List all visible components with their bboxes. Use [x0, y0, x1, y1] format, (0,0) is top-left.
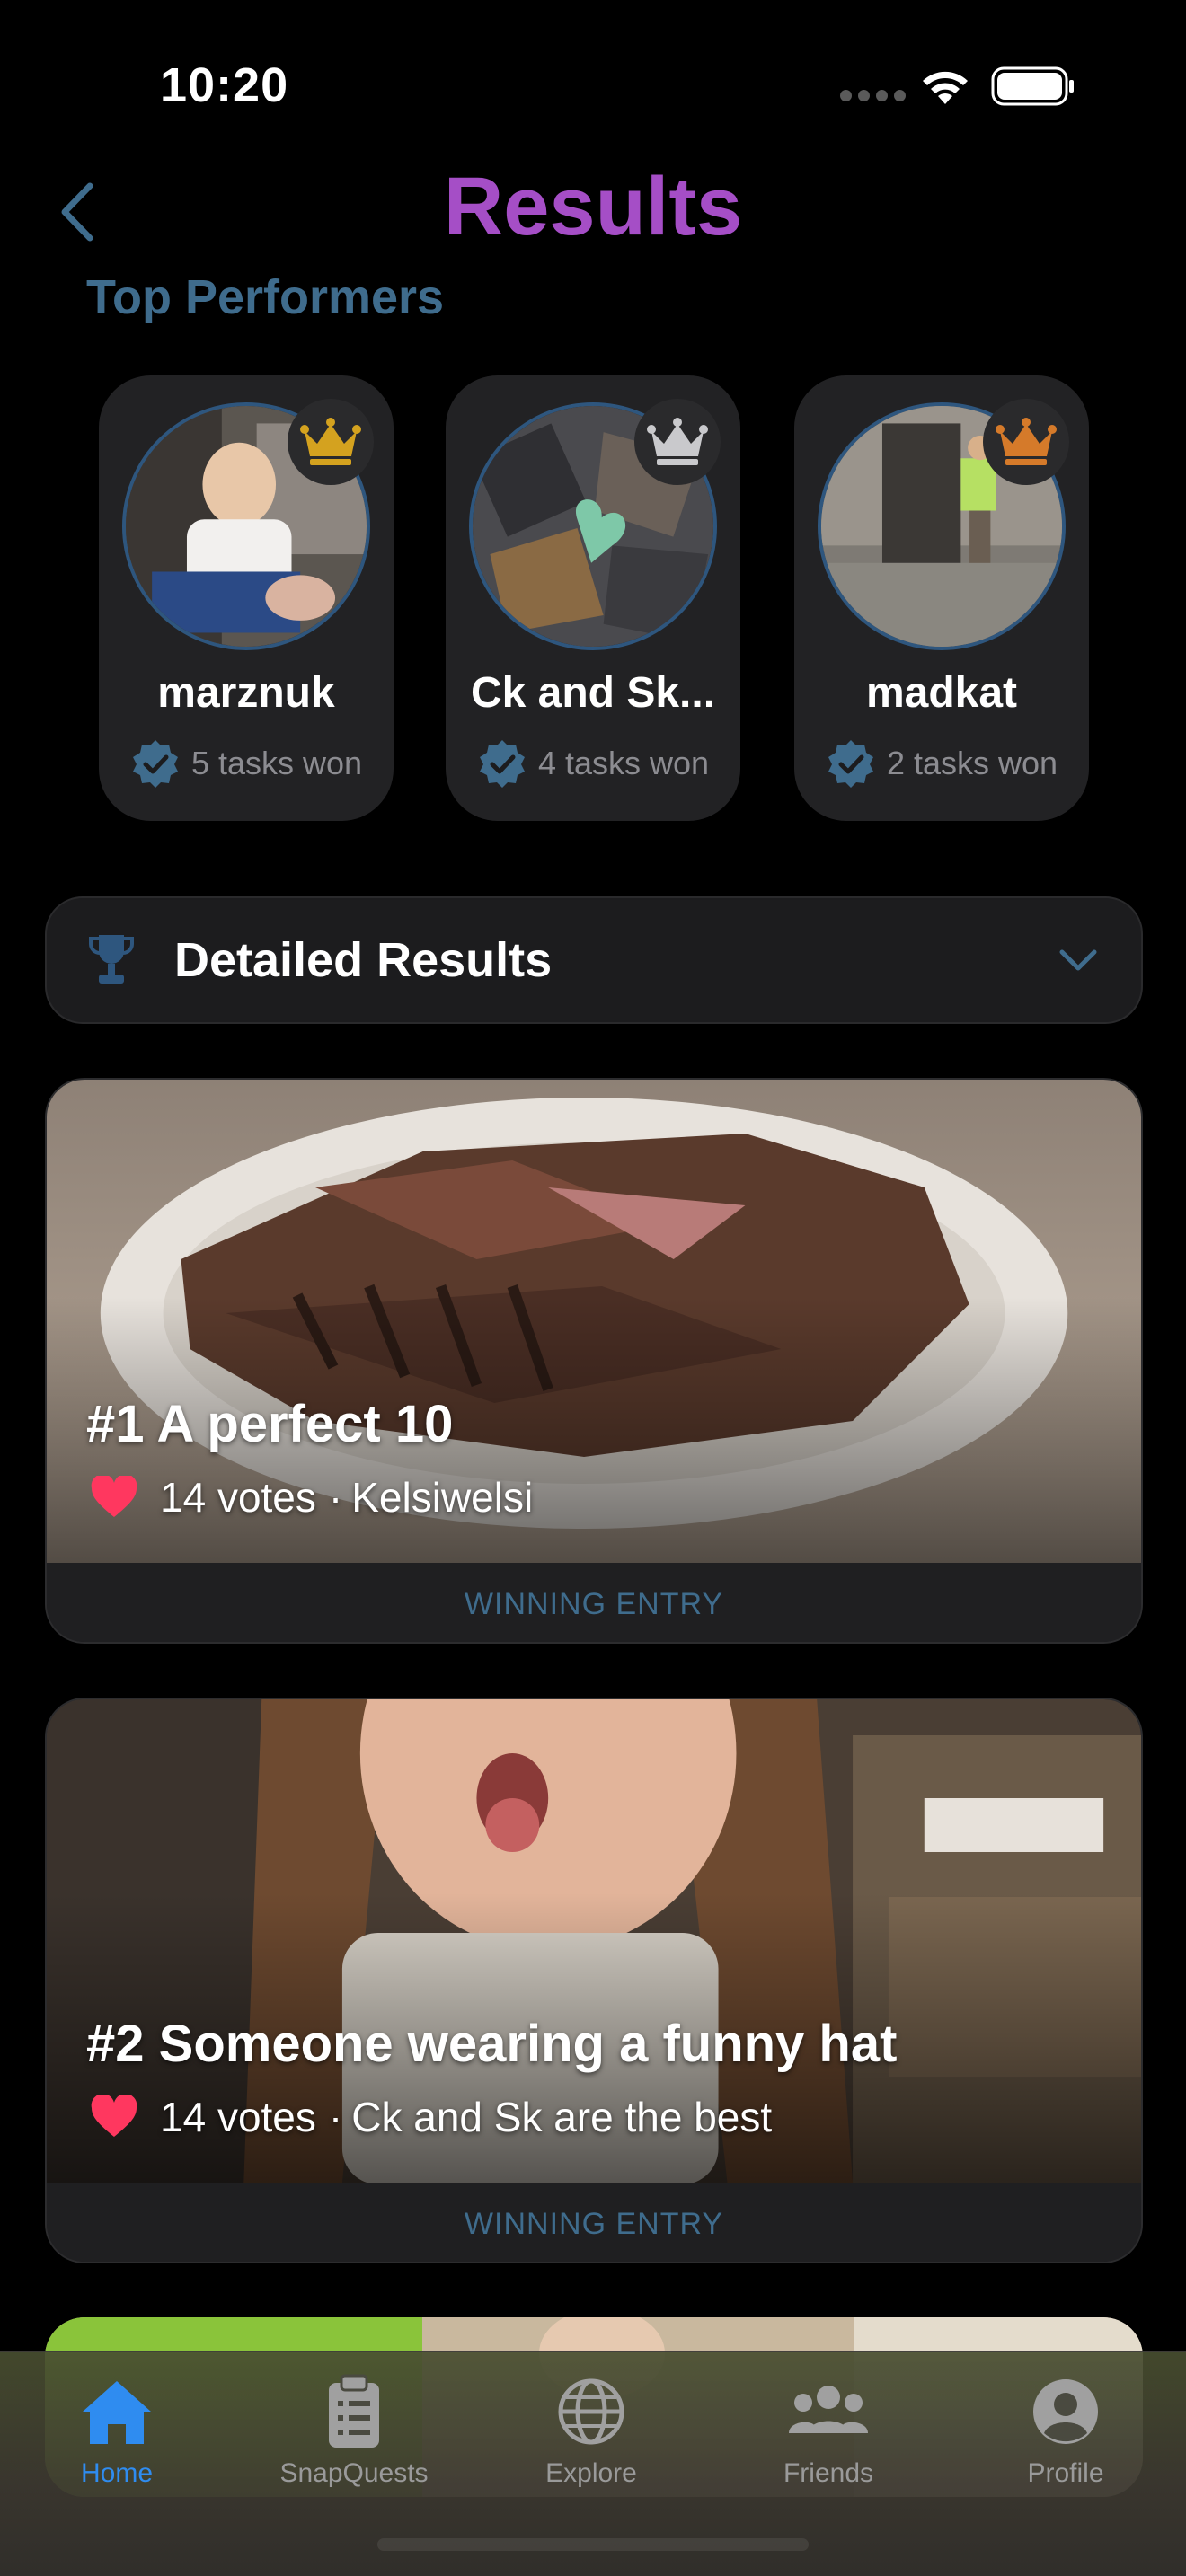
- battery-icon: [991, 66, 1074, 106]
- tab-label: SnapQuests: [279, 2458, 429, 2488]
- winning-entry-label: WINNING ENTRY: [47, 1563, 1141, 1642]
- entry-card-1[interactable]: #1 A perfect 10 14 votes · Kelsiwelsi WI…: [45, 1078, 1143, 1644]
- performer-name: marznuk: [157, 669, 335, 717]
- performer-tasks-label: 4 tasks won: [537, 745, 710, 781]
- entry-title: #2 Someone wearing a funny hat: [86, 2015, 898, 2073]
- tab-label: Home: [80, 2458, 154, 2488]
- silver-crown-icon: [647, 418, 708, 465]
- performer-card-1[interactable]: marznuk 5 tasks won: [99, 375, 394, 821]
- performer-tasks-label: 2 tasks won: [886, 745, 1058, 781]
- globe-icon: [558, 2378, 624, 2445]
- wifi-icon: [923, 71, 968, 104]
- entry-meta: 14 votes · Kelsiwelsi: [90, 1473, 533, 1522]
- clipboard-icon: [329, 2374, 379, 2448]
- entry-author: Kelsiwelsi: [351, 1474, 534, 1521]
- performer-tasks: 5 tasks won: [99, 738, 394, 789]
- performer-tasks: 2 tasks won: [794, 738, 1089, 789]
- crown-badge: [634, 399, 721, 485]
- crown-badge: [288, 399, 374, 485]
- status-time: 10:20: [160, 58, 289, 112]
- performer-name: Ck and Sk...: [470, 669, 716, 717]
- tab-label: Explore: [545, 2458, 637, 2488]
- tab-snapquests[interactable]: SnapQuests: [264, 2372, 444, 2525]
- gold-crown-icon: [300, 418, 361, 465]
- tab-friends[interactable]: Friends: [739, 2372, 918, 2525]
- entry-card-2[interactable]: #2 Someone wearing a funny hat 14 votes …: [45, 1698, 1143, 2263]
- performer-card-3[interactable]: madkat 2 tasks won: [794, 375, 1089, 821]
- tab-profile[interactable]: Profile: [976, 2372, 1155, 2525]
- winning-entry-label: WINNING ENTRY: [47, 2183, 1141, 2262]
- tab-explore[interactable]: Explore: [501, 2372, 681, 2525]
- entry-author: Ck and Sk are the best: [351, 2094, 773, 2140]
- entry-votes: 14 votes: [160, 2094, 316, 2140]
- crown-badge: [983, 399, 1069, 485]
- trophy-icon: [89, 935, 134, 984]
- tab-label: Friends: [783, 2458, 874, 2488]
- heart-icon: [91, 2095, 137, 2137]
- person-circle-icon: [1033, 2379, 1098, 2444]
- home-indicator: [377, 2538, 809, 2551]
- bronze-crown-icon: [996, 418, 1057, 465]
- separator-dot: ·: [328, 2094, 343, 2140]
- heart-icon: [91, 1476, 137, 1517]
- tab-label: Profile: [1027, 2458, 1104, 2488]
- performer-name: madkat: [865, 669, 1018, 717]
- tab-home[interactable]: Home: [27, 2372, 207, 2525]
- performer-tasks-label: 5 tasks won: [190, 745, 363, 781]
- separator-dot: ·: [328, 1474, 343, 1521]
- verified-badge-icon: [828, 740, 873, 788]
- top-performers-title: Top Performers: [86, 270, 445, 324]
- cellular-signal-icon: [840, 90, 906, 101]
- page-title: Results: [443, 161, 743, 252]
- verified-badge-icon: [479, 740, 525, 788]
- chevron-down-icon: [1059, 949, 1097, 971]
- verified-badge-icon: [132, 740, 178, 788]
- entry-votes: 14 votes: [160, 1474, 316, 1521]
- people-icon: [789, 2386, 868, 2433]
- house-icon: [83, 2381, 151, 2444]
- status-bar: 10:20: [0, 0, 1186, 171]
- entry-meta: 14 votes · Ck and Sk are the best: [90, 2093, 772, 2141]
- performer-tasks: 4 tasks won: [446, 738, 740, 789]
- performer-card-2[interactable]: Ck and Sk... 4 tasks won: [446, 375, 740, 821]
- detailed-results-dropdown[interactable]: Detailed Results: [45, 896, 1143, 1024]
- entry-title: #1 A perfect 10: [86, 1395, 454, 1453]
- detailed-results-label: Detailed Results: [174, 933, 553, 987]
